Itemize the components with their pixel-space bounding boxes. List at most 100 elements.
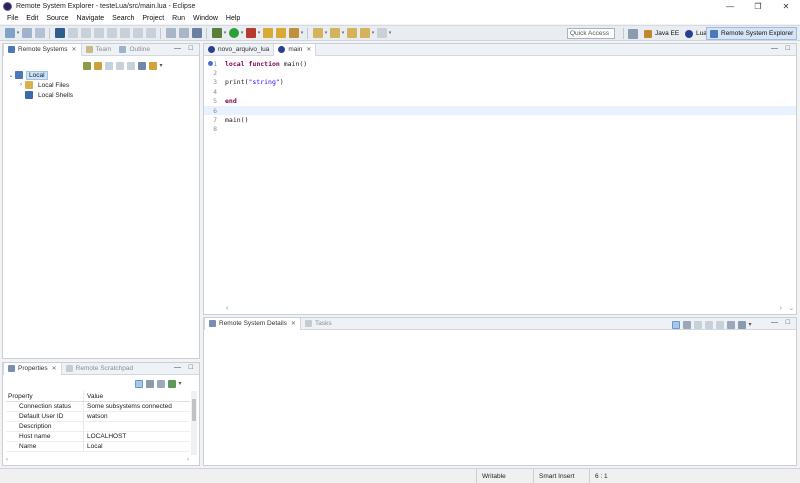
scroll-down-icon[interactable]: ⌄ bbox=[789, 306, 794, 312]
view-menu-icon[interactable]: ▾ bbox=[179, 380, 187, 388]
menu-source[interactable]: Source bbox=[42, 15, 72, 22]
tab-novo-arquivo-lua[interactable]: novo_arquivo_lua bbox=[204, 44, 273, 56]
terminate-icon[interactable] bbox=[93, 28, 104, 38]
menu-navigate[interactable]: Navigate bbox=[73, 15, 109, 22]
chevron-right-icon[interactable]: › bbox=[17, 82, 25, 88]
code-line[interactable]: 8 bbox=[204, 125, 796, 134]
chevron-down-icon[interactable]: ▾ bbox=[300, 28, 304, 38]
code-line[interactable]: 7 main() bbox=[204, 115, 796, 124]
code-line-current[interactable]: 6 bbox=[204, 105, 796, 116]
code-line[interactable]: 4 bbox=[204, 87, 796, 96]
tree-node-local-files[interactable]: › Local Files bbox=[7, 80, 75, 90]
tab-outline[interactable]: Outline bbox=[115, 44, 154, 56]
scroll-right-icon[interactable]: › bbox=[187, 457, 189, 463]
next-annotation-icon[interactable] bbox=[312, 28, 323, 38]
save-icon[interactable] bbox=[21, 28, 32, 38]
link-with-editor-icon[interactable] bbox=[148, 61, 157, 70]
table-row[interactable]: Connection status Some subsystems connec… bbox=[6, 402, 190, 412]
view-menu-icon[interactable]: ▾ bbox=[749, 321, 757, 329]
step-over-icon[interactable] bbox=[132, 28, 143, 38]
terminal-icon[interactable] bbox=[54, 28, 65, 38]
filter-advanced-icon[interactable] bbox=[145, 379, 154, 388]
close-button[interactable]: ✕ bbox=[772, 0, 800, 13]
menu-project[interactable]: Project bbox=[138, 15, 168, 22]
step-into-icon[interactable] bbox=[119, 28, 130, 38]
menu-help[interactable]: Help bbox=[222, 15, 244, 22]
code-line[interactable]: 5 end bbox=[204, 97, 796, 106]
menu-search[interactable]: Search bbox=[108, 15, 138, 22]
tab-main[interactable]: main ✕ bbox=[273, 43, 317, 56]
chevron-down-icon[interactable]: ▾ bbox=[324, 28, 328, 38]
maximize-view-button[interactable]: □ bbox=[189, 364, 193, 371]
minimize-button[interactable]: — bbox=[716, 0, 744, 13]
open-type-icon[interactable] bbox=[275, 28, 286, 38]
chevron-down-icon[interactable]: ⌄ bbox=[7, 72, 15, 79]
tab-team[interactable]: Team bbox=[82, 44, 116, 56]
chevron-down-icon[interactable]: ▾ bbox=[388, 28, 392, 38]
code-line[interactable]: 2 bbox=[204, 68, 796, 77]
back-arrow-icon[interactable] bbox=[359, 28, 370, 38]
tab-properties[interactable]: Properties ✕ bbox=[3, 362, 62, 375]
table-row[interactable]: Name Local bbox=[6, 442, 190, 452]
scroll-left-icon[interactable]: ‹ bbox=[226, 305, 228, 312]
back-icon[interactable] bbox=[346, 28, 357, 38]
close-icon[interactable]: ✕ bbox=[291, 320, 296, 327]
chevron-down-icon[interactable]: ▾ bbox=[240, 28, 244, 38]
collapse-all-icon[interactable] bbox=[137, 61, 146, 70]
vertical-scrollbar[interactable] bbox=[191, 391, 197, 455]
quick-access-input[interactable]: Quick Access bbox=[567, 28, 615, 39]
menu-window[interactable]: Window bbox=[189, 15, 222, 22]
back-icon[interactable] bbox=[104, 61, 113, 70]
table-row[interactable]: Default User ID watson bbox=[6, 412, 190, 422]
step-return-icon[interactable] bbox=[145, 28, 156, 38]
perspective-remote-system-explorer[interactable]: Remote System Explorer bbox=[706, 27, 798, 40]
editor-vertical-scrollbar[interactable]: ⌄ bbox=[789, 305, 794, 312]
horizontal-scrollbar[interactable]: ‹ › bbox=[6, 456, 189, 463]
suspend-icon[interactable] bbox=[80, 28, 91, 38]
tab-remote-system-details[interactable]: Remote System Details ✕ bbox=[204, 317, 301, 330]
debug-icon[interactable] bbox=[211, 28, 222, 38]
save-all-icon[interactable] bbox=[34, 28, 45, 38]
new-lua-project-icon[interactable] bbox=[191, 28, 202, 38]
restore-default-icon[interactable] bbox=[167, 379, 176, 388]
home-icon[interactable] bbox=[726, 320, 735, 329]
external-tools-icon[interactable] bbox=[245, 28, 256, 38]
chevron-down-icon[interactable]: ▾ bbox=[371, 28, 375, 38]
scroll-right-icon[interactable]: › bbox=[780, 305, 782, 312]
code-line[interactable]: 3 print("string") bbox=[204, 78, 796, 87]
close-icon[interactable]: ✕ bbox=[306, 46, 311, 53]
chevron-down-icon[interactable]: ▾ bbox=[223, 28, 227, 38]
resume-icon[interactable] bbox=[67, 28, 78, 38]
up-icon[interactable] bbox=[126, 61, 135, 70]
tab-remote-scratchpad[interactable]: Remote Scratchpad bbox=[62, 363, 137, 375]
drop-frame-icon[interactable] bbox=[178, 28, 189, 38]
minimize-view-button[interactable]: — bbox=[771, 45, 778, 52]
new-icon[interactable] bbox=[4, 28, 15, 38]
categories-icon[interactable] bbox=[134, 379, 143, 388]
close-icon[interactable]: ✕ bbox=[72, 46, 77, 53]
forward-icon[interactable] bbox=[115, 61, 124, 70]
restore-button[interactable]: ❐ bbox=[744, 0, 772, 13]
maximize-view-button[interactable]: □ bbox=[786, 319, 790, 326]
tab-tasks[interactable]: Tasks bbox=[301, 318, 336, 330]
perspective-java-ee[interactable]: Java EE bbox=[641, 27, 682, 40]
code-editor[interactable]: 1 local function main() 2 3 print("strin… bbox=[204, 57, 796, 302]
table-row[interactable]: Host name LOCALHOST bbox=[6, 432, 190, 442]
columns-icon[interactable] bbox=[156, 379, 165, 388]
refresh-icon[interactable] bbox=[93, 61, 102, 70]
menu-run[interactable]: Run bbox=[168, 15, 189, 22]
table-row[interactable]: Description bbox=[6, 422, 190, 432]
maximize-view-button[interactable]: □ bbox=[786, 45, 790, 52]
tree-node-local[interactable]: ⌄ Local bbox=[7, 70, 75, 80]
tab-remote-systems[interactable]: Remote Systems ✕ bbox=[3, 43, 82, 56]
minimize-view-button[interactable]: — bbox=[174, 45, 181, 52]
search-icon[interactable] bbox=[288, 28, 299, 38]
chevron-down-icon[interactable]: ▾ bbox=[341, 28, 345, 38]
chevron-down-icon[interactable]: ▾ bbox=[16, 28, 20, 38]
scroll-left-icon[interactable]: ‹ bbox=[6, 457, 8, 463]
skip-breakpoints-icon[interactable] bbox=[165, 28, 176, 38]
open-folder-icon[interactable] bbox=[262, 28, 273, 38]
show-details-icon[interactable] bbox=[671, 320, 680, 329]
minimize-view-button[interactable]: — bbox=[174, 364, 181, 371]
open-perspective-icon[interactable] bbox=[627, 29, 638, 39]
